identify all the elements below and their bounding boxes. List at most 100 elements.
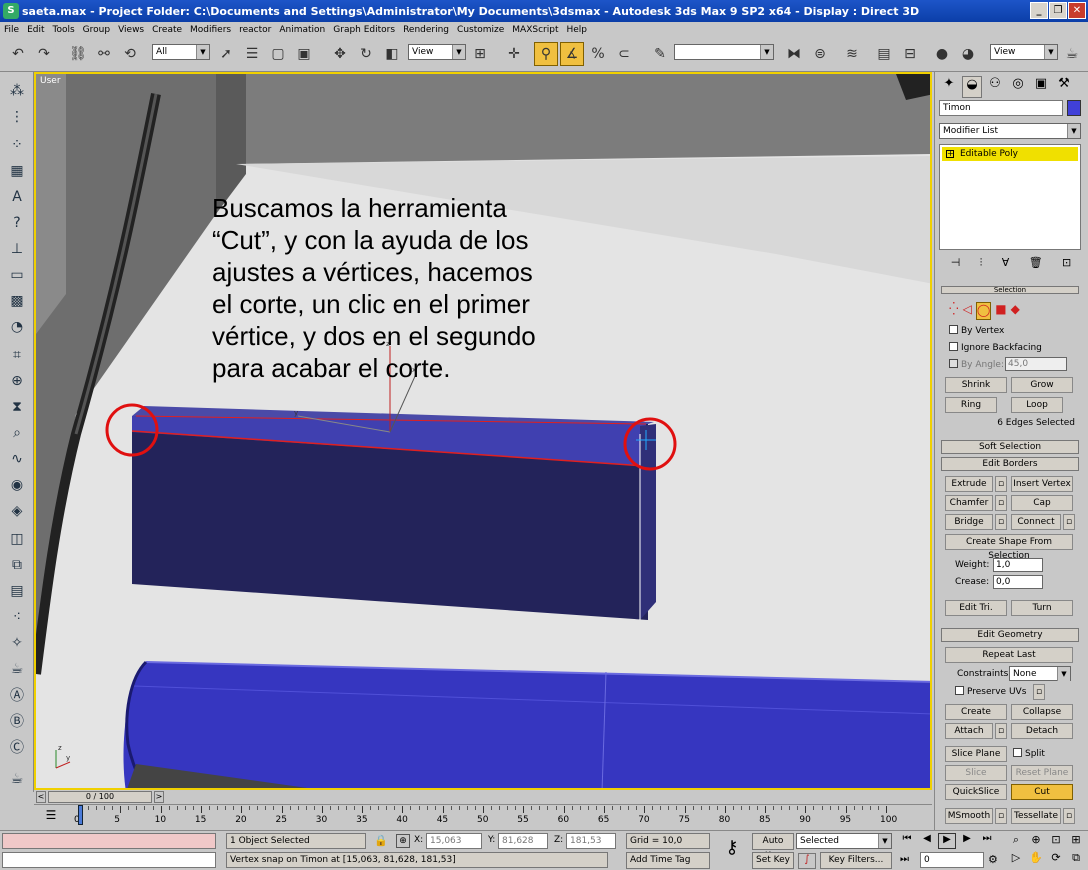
time-prev-button[interactable]: < xyxy=(36,791,46,803)
connect-settings-button[interactable]: ▫ xyxy=(1063,514,1075,530)
maxscript-listener-pink[interactable] xyxy=(2,833,216,849)
layer-manager-icon[interactable]: ≋ xyxy=(840,42,864,66)
bridge-settings-button[interactable]: ▫ xyxy=(995,514,1007,530)
particle-icon[interactable]: ⁂ xyxy=(5,80,29,102)
time-slider-thumb[interactable]: 0 / 100 xyxy=(48,791,152,803)
help-query-icon[interactable]: ? xyxy=(5,212,29,234)
zoom-extents-icon[interactable]: ⊡ xyxy=(1046,833,1066,851)
utilities-tab-icon[interactable]: ⚒ xyxy=(1054,76,1074,98)
tessellate-button[interactable]: Tessellate xyxy=(1011,808,1061,824)
wand-icon[interactable]: ✧ xyxy=(5,632,29,654)
key-mode-toggle-icon[interactable]: ⏭ xyxy=(900,854,909,865)
preserve-uvs-checkbox[interactable]: Preserve UVs xyxy=(955,686,1026,697)
go-to-start-icon[interactable]: ⏮ xyxy=(898,833,916,849)
select-and-move-icon[interactable]: ✥ xyxy=(328,42,352,66)
gauge-icon[interactable]: ◔ xyxy=(5,316,29,338)
quickslice-button[interactable]: QuickSlice xyxy=(945,784,1007,800)
object-name-field[interactable]: Timon xyxy=(939,100,1063,116)
time-config-icon[interactable]: ⚙ xyxy=(988,853,998,866)
next-frame-icon[interactable]: ▶ xyxy=(958,833,976,849)
lattice-icon[interactable]: ⁘ xyxy=(5,134,29,156)
render-scene-icon[interactable]: ◕ xyxy=(956,42,980,66)
render-view-dropdown[interactable]: View xyxy=(990,44,1058,60)
object-color-swatch[interactable] xyxy=(1067,100,1081,116)
go-to-end-icon[interactable]: ⏭ xyxy=(978,833,996,849)
ring-button[interactable]: Ring xyxy=(945,397,997,413)
spring-icon[interactable]: ∿ xyxy=(5,448,29,470)
window-crossing-icon[interactable]: ▣ xyxy=(292,42,316,66)
x-coordinate-field[interactable]: 15,063 xyxy=(426,833,482,849)
time-next-button[interactable]: > xyxy=(154,791,164,803)
zoom-all-icon[interactable]: ⊕ xyxy=(1026,833,1046,851)
pan-icon[interactable]: ✋ xyxy=(1026,851,1046,869)
menu-animation[interactable]: Animation xyxy=(275,25,329,35)
target-icon[interactable]: ⊕ xyxy=(5,370,29,392)
checker-icon[interactable]: ▦ xyxy=(5,160,29,182)
chamfer-settings-button[interactable]: ▫ xyxy=(995,495,1007,511)
connect-button[interactable]: Connect xyxy=(1011,514,1061,530)
dots-icon[interactable]: ⋮ xyxy=(5,106,29,128)
arc-rotate-icon[interactable]: ⟳ xyxy=(1046,851,1066,869)
menu-maxscript[interactable]: MAXScript xyxy=(508,25,562,35)
motion-tab-icon[interactable]: ◎ xyxy=(1008,76,1028,98)
shrink-button[interactable]: Shrink xyxy=(945,377,1007,393)
zoom-extents-all-icon[interactable]: ⊞ xyxy=(1066,833,1086,851)
display-icon[interactable]: ▭ xyxy=(5,264,29,286)
material-editor-icon[interactable]: ● xyxy=(930,42,954,66)
maximize-button[interactable]: ❐ xyxy=(1049,2,1067,19)
teapot-icon[interactable]: ☕ xyxy=(5,658,29,680)
previous-frame-icon[interactable]: ◀ xyxy=(918,833,936,849)
grid-icon[interactable]: ▩ xyxy=(5,290,29,312)
mini-curve-editor-icon[interactable]: ☰ xyxy=(40,808,62,824)
zoom-icon[interactable]: ⌕ xyxy=(1006,833,1026,851)
viewport-label[interactable]: User xyxy=(40,76,61,86)
angle-snap-icon[interactable]: ∡ xyxy=(560,42,584,66)
absolute-mode-icon[interactable]: ⊕ xyxy=(396,834,410,848)
by-angle-checkbox[interactable]: By Angle: xyxy=(949,359,1004,370)
extrude-button[interactable]: Extrude xyxy=(945,476,993,492)
cubes-icon[interactable]: ⧉ xyxy=(5,554,29,576)
maximize-viewport-icon[interactable]: ⧉ xyxy=(1066,851,1086,869)
cut-button[interactable]: Cut xyxy=(1011,784,1073,800)
menu-help[interactable]: Help xyxy=(562,25,591,35)
set-key-button[interactable]: Set Key xyxy=(752,852,794,869)
field-of-view-icon[interactable]: ▷ xyxy=(1006,851,1026,869)
vertex-level-icon[interactable]: ⁛ xyxy=(949,302,959,320)
expand-icon[interactable]: + xyxy=(946,150,954,158)
create-tab-icon[interactable]: ✦ xyxy=(939,76,959,98)
select-object-icon[interactable]: ➚ xyxy=(214,42,238,66)
menu-reactor[interactable]: reactor xyxy=(235,25,275,35)
menu-views[interactable]: Views xyxy=(114,25,148,35)
select-and-link-icon[interactable]: ⛓ xyxy=(66,42,90,66)
display-tab-icon[interactable]: ▣ xyxy=(1031,76,1051,98)
manipulate-icon[interactable]: ✛ xyxy=(502,42,526,66)
edit-tri-button[interactable]: Edit Tri. xyxy=(945,600,1007,616)
constraints-dropdown[interactable]: None xyxy=(1009,666,1071,681)
minimize-button[interactable]: _ xyxy=(1030,2,1048,19)
show-end-result-icon[interactable]: ⫶ xyxy=(980,256,983,272)
curve-editor-icon[interactable]: ▤ xyxy=(872,42,896,66)
teapot-c-icon[interactable]: Ⓒ xyxy=(5,736,29,758)
bind-to-space-warp-icon[interactable]: ⟲ xyxy=(118,42,142,66)
msmooth-settings-button[interactable]: ▫ xyxy=(995,808,1007,824)
hierarchy-tab-icon[interactable]: ⚇ xyxy=(985,76,1005,98)
create-button[interactable]: Create xyxy=(945,704,1007,720)
menu-file[interactable]: File xyxy=(0,25,23,35)
detach-button[interactable]: Detach xyxy=(1011,723,1073,739)
insert-vertex-button[interactable]: Insert Vertex xyxy=(1011,476,1073,492)
remove-modifier-icon[interactable]: 🗑 xyxy=(1029,256,1043,272)
add-time-tag-button[interactable]: Add Time Tag xyxy=(626,852,710,869)
selection-filter-dropdown[interactable]: All xyxy=(152,44,210,60)
configure-sets-icon[interactable]: ⊡ xyxy=(1062,256,1071,272)
attach-settings-button[interactable]: ▫ xyxy=(995,723,1007,739)
auto-key-button[interactable]: Auto Key xyxy=(752,833,794,861)
attach-button[interactable]: Attach xyxy=(945,723,993,739)
create-shape-button[interactable]: Create Shape From Selection xyxy=(945,534,1073,561)
cylinder-shape[interactable] xyxy=(123,662,932,790)
checker-sphere-icon[interactable]: ◈ xyxy=(5,500,29,522)
quick-render-icon[interactable]: ☕ xyxy=(1060,42,1084,66)
grow-button[interactable]: Grow xyxy=(1011,377,1073,393)
modifier-list-dropdown[interactable]: Modifier List xyxy=(939,123,1081,139)
rectangular-selection-icon[interactable]: ▢ xyxy=(266,42,290,66)
ignore-backfacing-checkbox[interactable]: Ignore Backfacing xyxy=(949,342,1042,353)
